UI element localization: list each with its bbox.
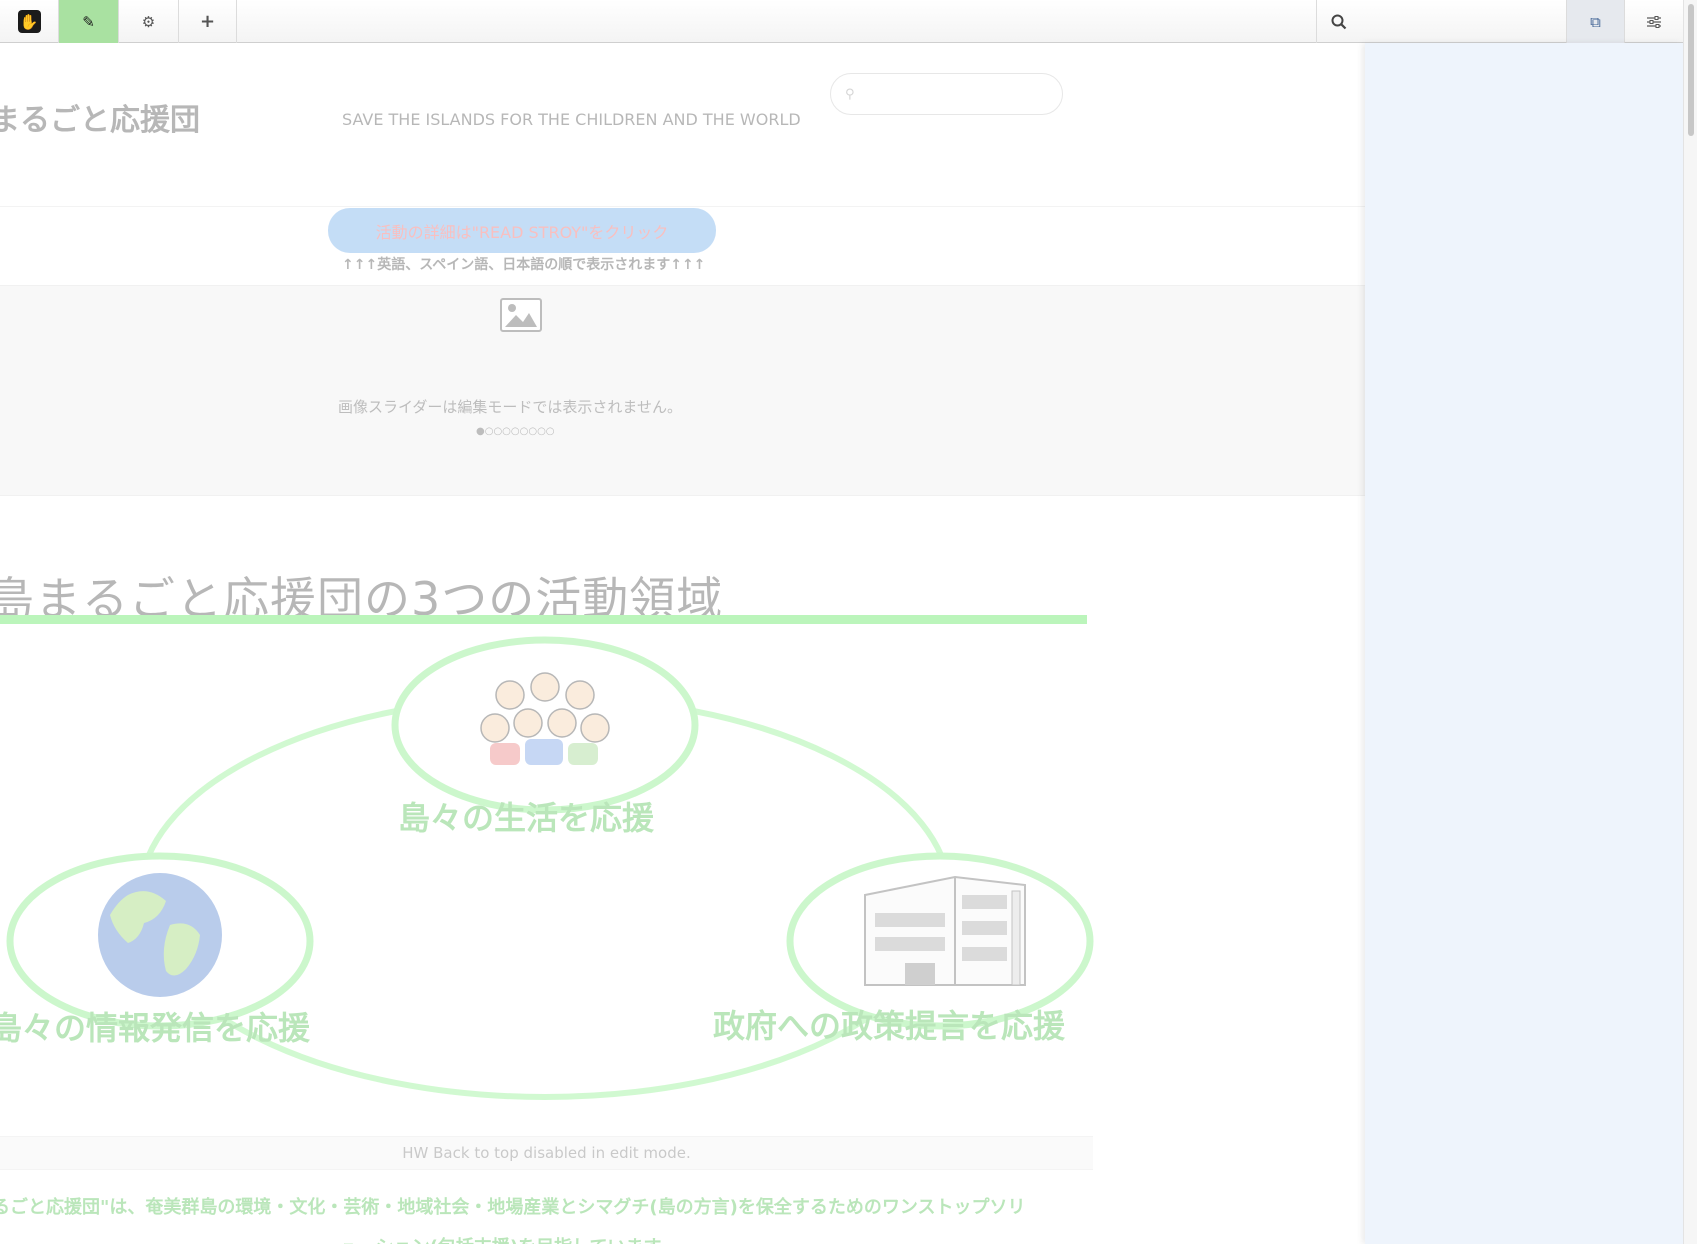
sitemap-toggle-button[interactable]: ⧉ bbox=[1566, 0, 1625, 43]
heading-underline bbox=[0, 615, 1087, 624]
footer-description-line1: るごと応援団"は、奄美群島の環境・文化・芸術・地域社会・地場産業とシマグチ(島の… bbox=[0, 1197, 1026, 1218]
edit-toolbar: ✋ ✎ ⚙ + ⧉ bbox=[0, 0, 1683, 43]
search-icon bbox=[1331, 14, 1347, 29]
page-scrollbar[interactable] bbox=[1683, 0, 1697, 1244]
activity-label-info: 島々の情報発信を応援 bbox=[0, 1009, 311, 1047]
divider bbox=[0, 206, 1365, 207]
edit-mode-button[interactable]: ✎ bbox=[59, 0, 119, 43]
activity-label-policy: 政府への政策提言を応援 bbox=[713, 1007, 1066, 1045]
sitemap-side-panel[interactable] bbox=[1365, 43, 1683, 1244]
cms-logo-button[interactable]: ✋ bbox=[0, 0, 59, 43]
faded-page-content: まるごと応援団 SAVE THE ISLANDS FOR THE CHILDRE… bbox=[0, 43, 1365, 1244]
page-canvas: まるごと応援団 SAVE THE ISLANDS FOR THE CHILDRE… bbox=[0, 43, 1365, 1244]
pencil-icon: ✎ bbox=[82, 12, 95, 31]
scrollbar-thumb[interactable] bbox=[1688, 4, 1694, 136]
read-story-button[interactable]: 活動の詳細は"READ STROY"をクリック bbox=[328, 208, 716, 253]
copy-pages-icon: ⧉ bbox=[1590, 12, 1601, 31]
site-search-input[interactable]: ⚲ bbox=[830, 73, 1063, 115]
plus-icon: + bbox=[199, 11, 216, 32]
add-content-button[interactable]: + bbox=[179, 0, 237, 43]
image-placeholder-icon bbox=[500, 298, 542, 332]
magnifier-icon: ⚲ bbox=[845, 86, 855, 102]
image-slider-placeholder[interactable]: 画像スライダーは編集モードでは表示されません。 ●○○○○○○○○ bbox=[0, 285, 1365, 496]
slider-disabled-message: 画像スライダーは編集モードでは表示されません。 bbox=[338, 398, 682, 416]
globe-icon bbox=[98, 873, 222, 997]
language-note: ↑↑↑英語、スペイン語、日本語の順で表示されます↑↑↑ bbox=[342, 257, 706, 273]
building-icon bbox=[864, 875, 1026, 986]
site-title[interactable]: まるごと応援団 bbox=[0, 95, 200, 139]
back-to-top-placeholder: HW Back to top disabled in edit mode. bbox=[0, 1136, 1093, 1170]
hand-logo-icon: ✋ bbox=[17, 10, 41, 33]
slider-pagination-dots[interactable]: ●○○○○○○○○ bbox=[476, 426, 555, 437]
dashboard-options-button[interactable] bbox=[1625, 0, 1683, 43]
activity-label-life: 島々の生活を応援 bbox=[398, 799, 655, 837]
site-tagline: SAVE THE ISLANDS FOR THE CHILDREN AND TH… bbox=[342, 110, 801, 129]
top-circle bbox=[391, 636, 699, 814]
footer-description-line2: ューション(包括支援)を目指しています。 bbox=[340, 1233, 678, 1244]
toolbar-search[interactable] bbox=[1316, 0, 1566, 43]
sliders-icon bbox=[1647, 15, 1661, 28]
gear-icon: ⚙ bbox=[141, 12, 156, 31]
page-settings-button[interactable]: ⚙ bbox=[119, 0, 179, 43]
